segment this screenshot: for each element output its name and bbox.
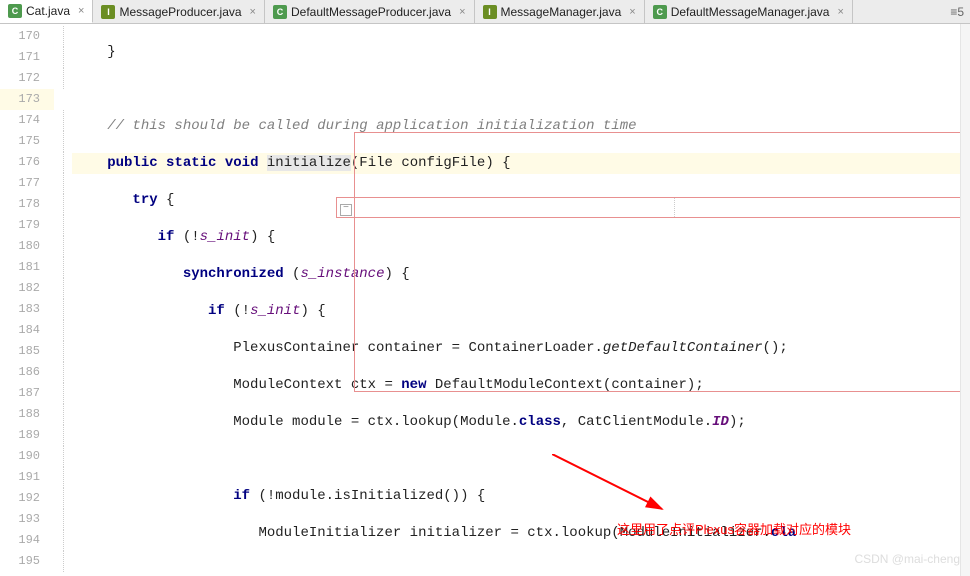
- code-line: if (!s_init) {: [72, 227, 970, 248]
- code-line: [72, 79, 970, 100]
- class-icon: C: [653, 5, 667, 19]
- tab-label: DefaultMessageManager.java: [671, 5, 830, 19]
- close-icon[interactable]: ×: [833, 6, 843, 18]
- tab-label: MessageProducer.java: [119, 5, 241, 19]
- tab-defmsgmanager[interactable]: C DefaultMessageManager.java×: [645, 0, 853, 23]
- tab-label: Cat.java: [26, 4, 70, 18]
- line-gutter: 1701711721731741751761771781791801811821…: [0, 24, 54, 576]
- code-line: if (!s_init) {: [72, 301, 970, 322]
- overview-ruler[interactable]: [960, 24, 970, 576]
- code-line: try {: [72, 190, 970, 211]
- code-line: }: [72, 42, 970, 63]
- tab-label: DefaultMessageProducer.java: [291, 5, 451, 19]
- watermark: CSDN @mai-cheng: [854, 552, 960, 566]
- code-line: if (!module.isInitialized()) {: [72, 486, 970, 507]
- code-line: Module module = ctx.lookup(Module.class,…: [72, 412, 970, 433]
- close-icon[interactable]: ×: [625, 6, 635, 18]
- code-area[interactable]: } // this should be called during applic…: [72, 24, 970, 576]
- fold-gutter[interactable]: [54, 24, 72, 576]
- close-icon[interactable]: ×: [74, 5, 84, 17]
- tab-msgproducer[interactable]: I MessageProducer.java ×: [93, 0, 265, 23]
- editor-tabs: C Cat.java × I MessageProducer.java × C Defau…: [0, 0, 970, 24]
- tab-label: MessageManager.java: [501, 5, 622, 19]
- code-line: PlexusContainer container = ContainerLoa…: [72, 338, 970, 359]
- code-line: ModuleContext ctx = new DefaultModuleCon…: [72, 375, 970, 396]
- code-editor[interactable]: 1701711721731741751761771781791801811821…: [0, 24, 970, 576]
- close-icon[interactable]: ×: [455, 6, 465, 18]
- code-line: [72, 449, 970, 470]
- class-icon: C: [273, 5, 287, 19]
- tab-msgmanager[interactable]: I MessageManager.java×: [475, 0, 645, 23]
- code-line: public static void initialize(File confi…: [72, 153, 970, 174]
- tab-cat[interactable]: C Cat.java ×: [0, 0, 93, 23]
- code-line: [72, 560, 970, 576]
- interface-icon: I: [483, 5, 497, 19]
- class-icon: C: [8, 4, 22, 18]
- tab-overflow-menu[interactable]: ≡5: [944, 0, 970, 23]
- annotation-text: 这里用了点评Plexus容器加载对应的模块: [617, 519, 851, 538]
- code-line: synchronized (s_instance) {: [72, 264, 970, 285]
- interface-icon: I: [101, 5, 115, 19]
- tab-defmsgproducer[interactable]: C DefaultMessageProducer.java ×: [265, 0, 475, 23]
- close-icon[interactable]: ×: [246, 6, 256, 18]
- code-line: // this should be called during applicat…: [72, 116, 970, 137]
